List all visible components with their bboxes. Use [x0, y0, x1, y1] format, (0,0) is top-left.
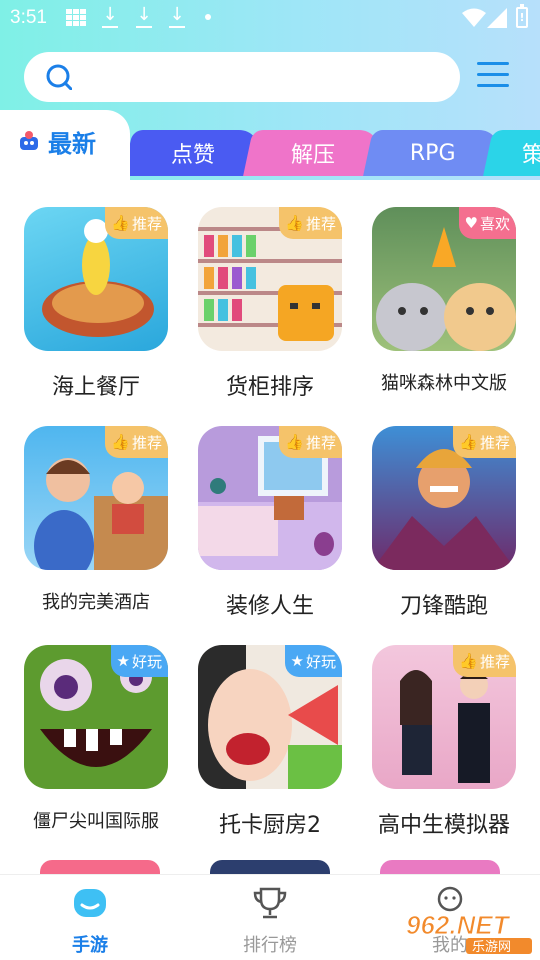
game-title: 猫咪森林中文版 — [381, 373, 507, 394]
game-thumbnail: 👍 推荐 — [24, 426, 168, 570]
game-thumbnail: 👍 推荐 — [24, 207, 168, 351]
game-grid: 👍 推荐 海上餐厅 👍 推荐 货柜排序 ♥ 喜欢 猫咪森林中文版 👍 推荐 我的… — [0, 180, 540, 874]
gamepad-icon — [74, 889, 106, 917]
game-thumbnail: 👍 推荐 — [198, 207, 342, 351]
game-title: 僵尸尖叫国际服 — [33, 811, 159, 832]
game-thumbnail: ★ 好玩 — [24, 645, 168, 789]
menu-icon[interactable] — [477, 62, 509, 90]
download-icon: ↓ — [136, 6, 152, 28]
game-title: 刀锋酷跑 — [399, 594, 488, 619]
game-card[interactable]: 👍 推荐 高中生模拟器 — [369, 645, 519, 839]
heart-icon: ♥ — [464, 214, 478, 232]
game-badge: 👍 推荐 — [453, 645, 516, 677]
game-card-partial — [40, 860, 160, 874]
game-card[interactable]: 👍 推荐 刀锋酷跑 — [369, 426, 519, 620]
category-tabs: 点赞 解压 RPG 策 最新 — [0, 110, 540, 180]
tab-latest-label: 最新 — [48, 130, 96, 158]
game-badge: 👍 推荐 — [279, 426, 342, 458]
signal-icon — [487, 8, 507, 28]
app-grid-icon — [66, 9, 86, 27]
svg-text:962.NET: 962.NET — [406, 910, 511, 940]
game-title: 海上餐厅 — [51, 375, 140, 400]
thumbs-up-icon: 👍 — [285, 214, 304, 232]
tab-dianzan[interactable]: 点赞 — [123, 130, 263, 176]
status-bar: 3:51 ↓ ↓ ↓ ! — [0, 0, 540, 36]
battery-icon: ! — [516, 4, 528, 28]
svg-text:乐游网: 乐游网 — [472, 940, 511, 954]
game-badge: ★ 好玩 — [284, 645, 342, 677]
star-icon: ★ — [290, 652, 304, 670]
tab-jieya[interactable]: 解压 — [243, 130, 383, 176]
game-thumbnail: ★ 好玩 — [198, 645, 342, 789]
robot-icon — [20, 131, 38, 150]
game-card[interactable]: 👍 推荐 海上餐厅 — [21, 207, 171, 401]
game-card-partial — [380, 860, 500, 874]
download-icon: ↓ — [102, 6, 118, 28]
thumbs-up-icon: 👍 — [459, 433, 478, 451]
game-badge: 👍 推荐 — [453, 426, 516, 458]
game-card[interactable]: ★ 好玩 托卡厨房2 — [195, 645, 345, 839]
game-badge: 👍 推荐 — [105, 426, 168, 458]
nav-label: 手游 — [72, 935, 108, 956]
notification-dot-icon — [205, 14, 211, 20]
game-badge: ★ 好玩 — [110, 645, 168, 677]
game-title: 装修人生 — [225, 594, 314, 619]
game-badge: 👍 推荐 — [279, 207, 342, 239]
nav-label: 排行榜 — [243, 935, 297, 956]
download-icon: ↓ — [169, 6, 185, 28]
game-card[interactable]: ♥ 喜欢 猫咪森林中文版 — [369, 207, 519, 395]
game-thumbnail: 👍 推荐 — [372, 645, 516, 789]
game-badge: ♥ 喜欢 — [458, 207, 516, 239]
thumbs-up-icon: 👍 — [459, 652, 478, 670]
status-time: 3:51 — [10, 7, 47, 28]
game-thumbnail: 👍 推荐 — [198, 426, 342, 570]
game-card[interactable]: 👍 推荐 货柜排序 — [195, 207, 345, 401]
game-title: 货柜排序 — [225, 375, 314, 400]
thumbs-up-icon: 👍 — [111, 433, 130, 451]
watermark-logo: 962.NET 乐游网 — [406, 910, 532, 954]
game-card[interactable]: 👍 推荐 我的完美酒店 — [21, 426, 171, 614]
wifi-icon — [462, 8, 486, 27]
game-card-partial — [210, 860, 330, 874]
nav-games[interactable]: 手游 — [30, 885, 150, 957]
trophy-icon — [253, 887, 287, 919]
game-card[interactable]: ★ 好玩 僵尸尖叫国际服 — [21, 645, 171, 833]
game-thumbnail: 👍 推荐 — [372, 426, 516, 570]
tab-ce[interactable]: 策 — [483, 130, 540, 176]
game-thumbnail: ♥ 喜欢 — [372, 207, 516, 351]
game-card[interactable]: 👍 推荐 装修人生 — [195, 426, 345, 620]
game-title: 高中生模拟器 — [377, 813, 510, 838]
tab-rpg[interactable]: RPG — [363, 130, 503, 176]
tab-latest[interactable]: 最新 — [0, 110, 130, 180]
star-icon: ★ — [116, 652, 130, 670]
game-title: 托卡厨房2 — [219, 813, 321, 838]
search-icon — [46, 64, 72, 90]
thumbs-up-icon: 👍 — [111, 214, 130, 232]
game-title: 我的完美酒店 — [42, 592, 150, 613]
search-input[interactable] — [24, 52, 460, 102]
nav-ranking[interactable]: 排行榜 — [210, 885, 330, 957]
thumbs-up-icon: 👍 — [285, 433, 304, 451]
game-badge: 👍 推荐 — [105, 207, 168, 239]
